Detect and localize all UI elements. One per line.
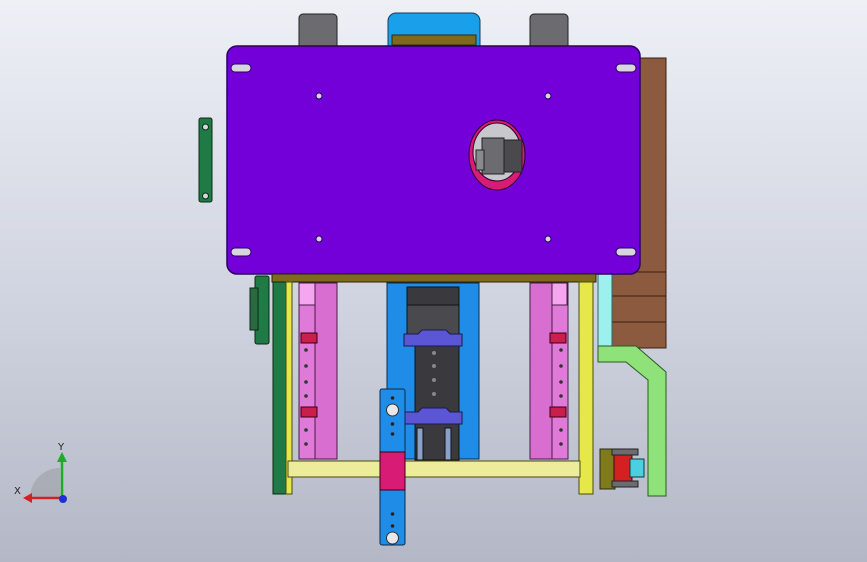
left-column-hole-2 xyxy=(304,364,308,368)
y-axis-arrow-head xyxy=(57,452,67,462)
left-pink-column-top xyxy=(299,283,315,305)
triad-ground-shadow xyxy=(30,468,60,498)
right-pink-column-top xyxy=(551,283,567,305)
right-yellow-column xyxy=(579,282,593,494)
arm-hole-3 xyxy=(391,432,395,436)
right-column-hole-6 xyxy=(559,442,563,446)
left-column-hole-4 xyxy=(304,394,308,398)
plate-hole-2 xyxy=(545,93,551,99)
triad-graphic xyxy=(10,440,80,510)
left-column-hole-6 xyxy=(304,442,308,446)
plate-under-strip xyxy=(272,274,596,282)
plate-slot-top-left xyxy=(231,64,251,72)
plate-hole-3 xyxy=(316,236,322,242)
arm-fitting-bottom xyxy=(387,532,399,544)
left-column-hole-3 xyxy=(304,380,308,384)
right-gray-plate xyxy=(612,449,638,455)
arm-hole-1 xyxy=(391,396,395,400)
top-gold-strip xyxy=(392,35,476,45)
center-slide-hole-4 xyxy=(432,392,436,396)
arm-fitting-top xyxy=(387,404,399,416)
center-gray-block-top xyxy=(407,287,459,305)
left-slider-top xyxy=(301,333,317,343)
right-column-hole-5 xyxy=(559,428,563,432)
left-pink-column-inner xyxy=(315,283,337,459)
z-axis-dot xyxy=(59,495,67,503)
center-slide-hole-3 xyxy=(432,378,436,382)
right-pink-column-inner xyxy=(530,283,552,459)
arm-hole-5 xyxy=(391,524,395,528)
plate-slot-bottom-right xyxy=(616,248,636,256)
arm-hole-2 xyxy=(391,422,395,426)
right-column-hole-3 xyxy=(559,380,563,384)
x-axis-arrow-head xyxy=(23,493,32,503)
center-slide-hole-1 xyxy=(432,351,436,355)
plate-hole-4 xyxy=(545,236,551,242)
arm-magenta-block xyxy=(380,452,405,490)
cad-viewport[interactable]: Y X xyxy=(0,0,867,562)
plate-hole-1 xyxy=(316,93,322,99)
orientation-triad: Y X xyxy=(10,440,80,510)
left-tab-clip xyxy=(250,288,258,330)
y-axis-label: Y xyxy=(58,442,64,453)
left-column-hole-5 xyxy=(304,428,308,432)
left-green-column xyxy=(273,282,286,494)
cyan-spacer xyxy=(598,274,612,346)
opening-inner-part-2 xyxy=(504,140,522,172)
bottom-yellow-crossbar xyxy=(288,461,580,477)
left-green-bracket xyxy=(199,118,212,202)
plate-slot-bottom-left xyxy=(231,248,251,256)
right-column-hole-4 xyxy=(559,394,563,398)
plate-slot-top-right xyxy=(616,64,636,72)
left-slider-bottom xyxy=(301,407,317,417)
top-mounting-plate xyxy=(227,46,640,274)
left-bracket-hole-bottom xyxy=(203,193,209,199)
opening-inner-part-3 xyxy=(476,150,484,170)
right-slider-top xyxy=(550,333,566,343)
center-guide-rod-right xyxy=(445,428,451,460)
right-red-clamp xyxy=(614,455,632,481)
right-gray-plate-lower xyxy=(612,481,638,487)
x-axis-label: X xyxy=(14,486,21,497)
center-slide-hole-2 xyxy=(432,364,436,368)
right-column-hole-1 xyxy=(559,348,563,352)
arm-hole-4 xyxy=(391,512,395,516)
opening-inner-part-1 xyxy=(482,138,504,174)
left-bracket-hole-top xyxy=(203,124,209,130)
cad-assembly-model[interactable] xyxy=(0,0,867,562)
right-column-hole-2 xyxy=(559,364,563,368)
right-slider-bottom xyxy=(550,407,566,417)
right-cyan-cap xyxy=(630,459,644,477)
left-column-hole-1 xyxy=(304,348,308,352)
center-guide-rod-left xyxy=(417,428,423,460)
